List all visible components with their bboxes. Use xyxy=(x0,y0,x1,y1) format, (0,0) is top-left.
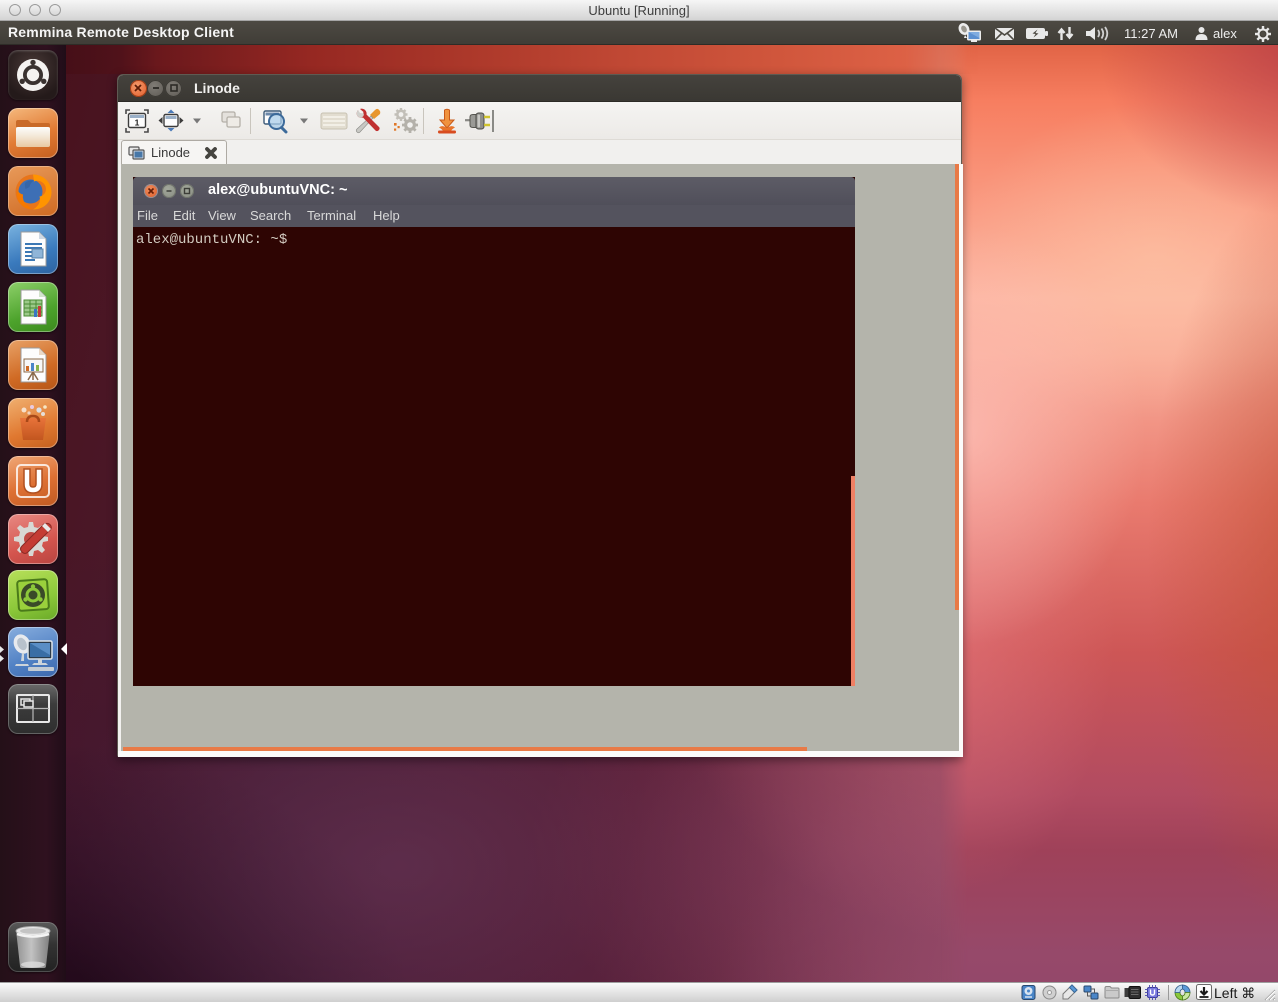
svg-text:1: 1 xyxy=(135,118,140,128)
